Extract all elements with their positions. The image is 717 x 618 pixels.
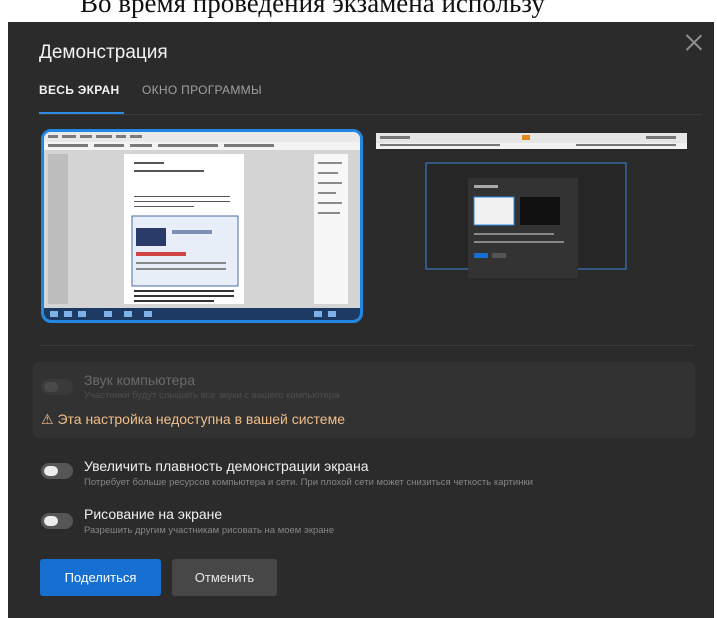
warning-text: Эта настройка недоступна в вашей системе bbox=[57, 411, 345, 427]
screen-1-thumbnail[interactable] bbox=[41, 129, 363, 323]
close-icon[interactable] bbox=[684, 32, 704, 52]
warning-triangle-icon: ⚠ bbox=[41, 411, 54, 427]
computer-sound-description: Участники будут слышать все звуки с ваше… bbox=[84, 390, 340, 401]
active-tab-indicator bbox=[39, 112, 124, 114]
screen-share-dialog: Демонстрация ВЕСЬ ЭКРАН ОКНО ПРОГРАММЫ З… bbox=[8, 22, 714, 618]
smooth-demo-toggle[interactable] bbox=[41, 463, 73, 479]
drawing-toggle[interactable] bbox=[41, 513, 73, 529]
drawing-description: Разрешить другим участникам рисовать на … bbox=[84, 525, 335, 536]
drawing-title: Рисование на экране bbox=[84, 506, 223, 522]
toggle-knob bbox=[44, 382, 58, 392]
dialog-title: Демонстрация bbox=[39, 42, 168, 63]
tab-full-screen[interactable]: ВЕСЬ ЭКРАН bbox=[39, 83, 119, 97]
screen-2-thumbnail[interactable] bbox=[376, 133, 687, 310]
toggle-knob bbox=[44, 466, 58, 476]
smooth-demo-description: Потребует больше ресурсов компьютера и с… bbox=[84, 477, 533, 488]
cancel-button[interactable]: Отменить bbox=[172, 559, 277, 596]
smooth-demo-title: Увеличить плавность демонстрации экрана bbox=[84, 458, 369, 474]
share-button[interactable]: Поделиться bbox=[40, 559, 161, 596]
tabs-divider bbox=[39, 114, 702, 115]
warning-message: ⚠ Эта настройка недоступна в вашей систе… bbox=[41, 411, 345, 428]
screen-2-preview bbox=[376, 133, 687, 310]
screen-1-preview bbox=[44, 132, 360, 320]
computer-sound-title: Звук компьютера bbox=[84, 372, 195, 388]
background-document-text: Во время проведения экзамена использу bbox=[80, 0, 545, 18]
tab-app-window[interactable]: ОКНО ПРОГРАММЫ bbox=[142, 83, 262, 97]
toggle-knob bbox=[44, 516, 58, 526]
section-divider bbox=[39, 345, 694, 346]
computer-sound-toggle[interactable] bbox=[41, 379, 73, 395]
